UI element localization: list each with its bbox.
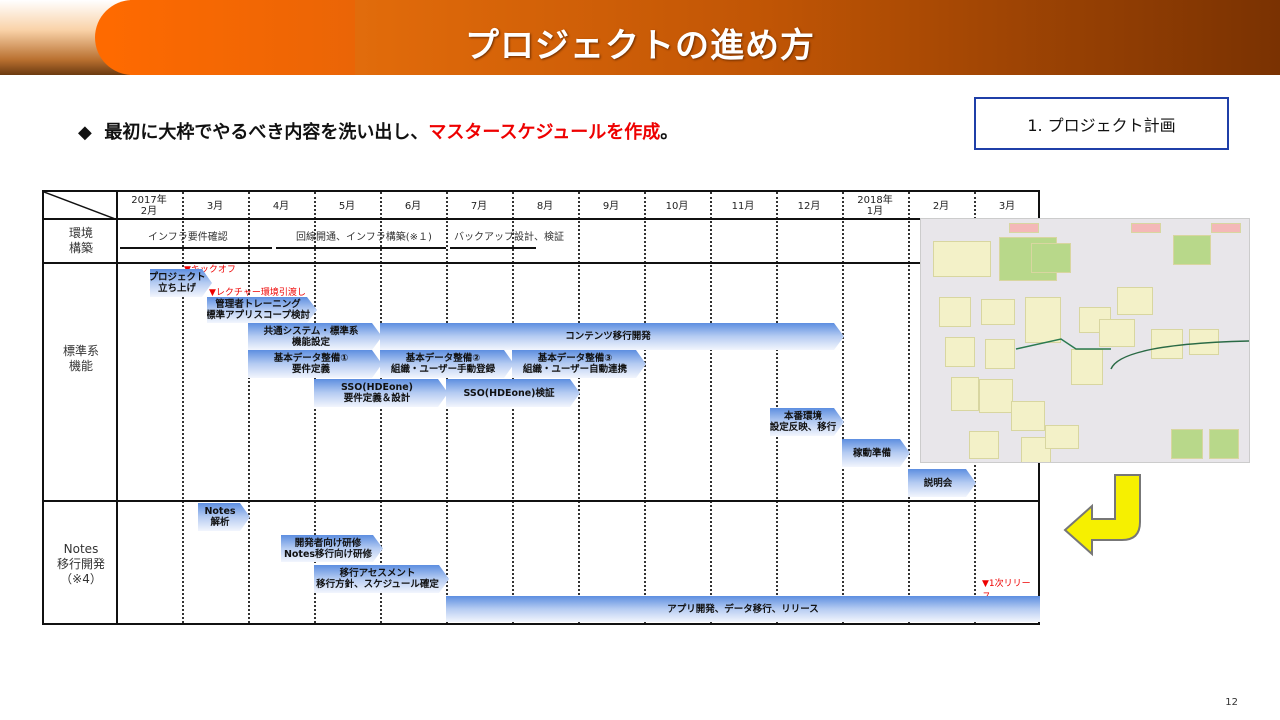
month-header: 11月 [731, 200, 755, 212]
month-header: 3月 [206, 200, 224, 212]
month-header: 6月 [404, 200, 422, 212]
month-divider [512, 192, 514, 623]
task-bar: SSO(HDEone)検証 [446, 379, 580, 407]
month-header: 2018年 1月 [857, 195, 893, 217]
month-divider [908, 192, 910, 623]
duration-arrow [450, 247, 536, 249]
task-bar: 移行アセスメント 移行方針、スケジュール確定 [314, 565, 449, 593]
task-bar: アプリ開発、データ移行、リリース [446, 596, 1040, 622]
task-bar: 共通システム・標準系 機能設定 [248, 323, 382, 350]
duration-arrow [276, 247, 446, 249]
row-label-notes: Notes 移行開発 （※4） [56, 542, 105, 586]
month-header: 3月 [998, 200, 1016, 212]
page-number: 12 [1225, 697, 1238, 708]
task-bar: 基本データ整備③ 組織・ユーザー自動連携 [512, 350, 646, 378]
month-header: 9月 [602, 200, 620, 212]
row-label-standard: 標準系 機能 [62, 344, 99, 373]
section-label: 1. プロジェクト計画 [974, 97, 1229, 150]
row-label-env: 環境 構築 [68, 226, 93, 255]
month-divider [776, 192, 778, 623]
task-bar: 基本データ整備① 要件定義 [248, 350, 382, 378]
title-banner: プロジェクトの進め方 [0, 0, 1280, 75]
task-bar: 説明会 [908, 469, 976, 497]
duration-arrow [120, 247, 272, 249]
env-task: 回線開通、インフラ構築(※１) [296, 232, 432, 243]
month-header: 8月 [536, 200, 554, 212]
env-task: バックアップ設計、検証 [454, 232, 564, 243]
diamond-bullet-icon: ◆ [78, 122, 92, 143]
task-bar: 開発者向け研修 Notes移行向け研修 [281, 535, 383, 562]
month-header: 4月 [272, 200, 290, 212]
task-bar: Notes 解析 [198, 503, 250, 531]
month-header: 2017年 2月 [131, 195, 167, 217]
return-arrow-icon [1063, 474, 1141, 557]
master-schedule: 環境 構築 標準系 機能 Notes 移行開発 （※4） インフラ要件確認 回線… [42, 190, 1040, 625]
task-bar: SSO(HDEone) 要件定義＆設計 [314, 379, 448, 407]
corner-diagonal [44, 192, 118, 220]
lecture-marker: ▼レクチャー環境引渡し [209, 288, 306, 298]
flow-lines [1015, 338, 1249, 370]
month-header: 5月 [338, 200, 356, 212]
sticky-notes-photo [920, 218, 1250, 463]
month-divider [182, 192, 184, 623]
task-bar: 稼動準備 [842, 439, 910, 467]
month-divider [842, 192, 844, 623]
task-bar: プロジェクト 立ち上げ [150, 269, 212, 297]
task-bar: コンテンツ移行開発 [380, 323, 844, 350]
month-divider [710, 192, 712, 623]
task-bar: 管理者トレーニング 標準アプリスコープ検討 [207, 297, 317, 323]
env-task: インフラ要件確認 [148, 232, 228, 243]
month-divider [644, 192, 646, 623]
month-divider [446, 192, 448, 623]
month-header: 2月 [932, 200, 950, 212]
month-divider [578, 192, 580, 623]
task-bar: 本番環境 設定反映、移行 [770, 408, 844, 436]
page-title: プロジェクトの進め方 [465, 26, 815, 66]
task-bar: 基本データ整備② 組織・ユーザー手動登録 [380, 350, 514, 378]
month-header: 7月 [470, 200, 488, 212]
highlight-text: マスタースケジュールを作成 [428, 122, 661, 143]
month-header: 10月 [665, 200, 689, 212]
month-header: 12月 [797, 200, 821, 212]
month-divider [248, 192, 250, 623]
divider [44, 500, 1038, 502]
bullet-text: ◆ 最初に大枠でやるべき内容を洗い出し、マスタースケジュールを作成。 [78, 122, 679, 143]
month-divider [380, 192, 382, 623]
